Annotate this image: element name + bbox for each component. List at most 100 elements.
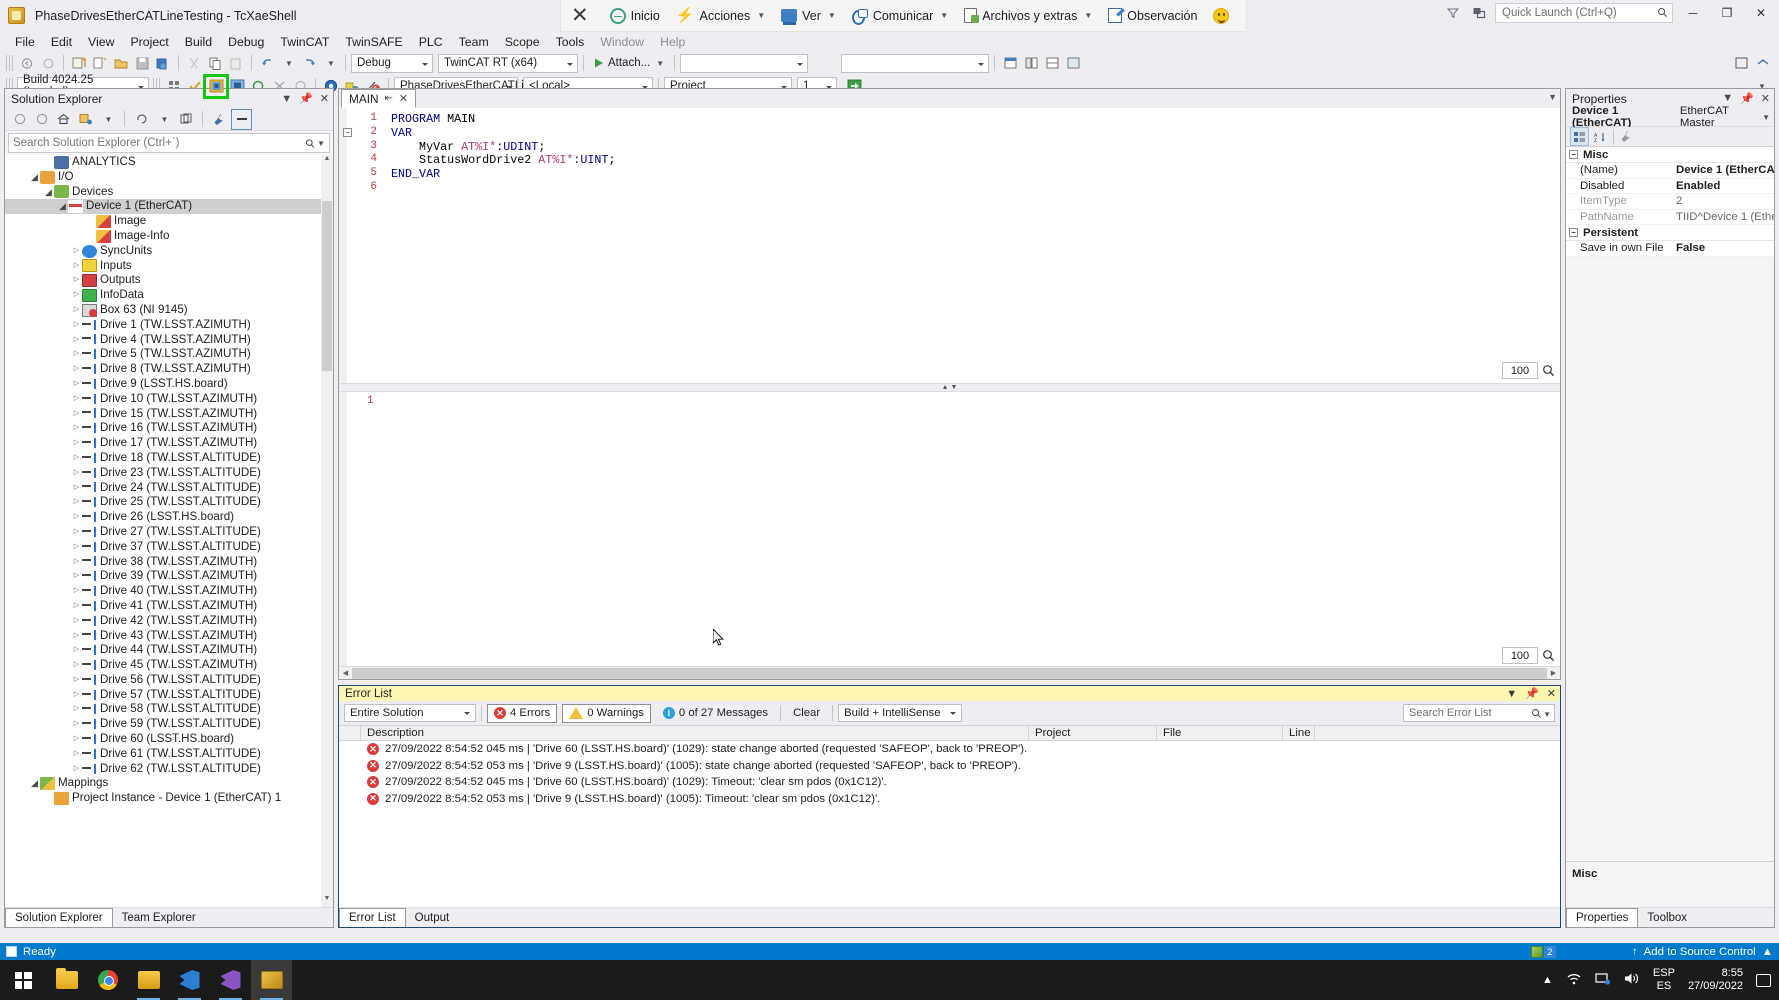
- collapse-all-icon[interactable]: [231, 108, 252, 130]
- expander-closed-icon[interactable]: ▷: [71, 658, 82, 673]
- menu-view[interactable]: View: [80, 33, 122, 51]
- expander-closed-icon[interactable]: ▷: [71, 421, 82, 436]
- tree-item[interactable]: ▷ Drive 56 (TW.LSST.ALTITUDE): [5, 673, 333, 688]
- navigate-back-icon[interactable]: [17, 54, 37, 73]
- tree-item[interactable]: ▷ Drive 40 (TW.LSST.AZIMUTH): [5, 584, 333, 599]
- tree-item[interactable]: ◢ I/O: [5, 170, 333, 185]
- expander-closed-icon[interactable]: ▷: [71, 259, 82, 274]
- tab-team-explorer[interactable]: Team Explorer: [113, 909, 205, 927]
- paste-icon[interactable]: [226, 54, 246, 73]
- back-icon[interactable]: [10, 110, 29, 129]
- tree-scrollbar[interactable]: ▲ ▼: [321, 155, 333, 907]
- column-header[interactable]: Project: [1029, 725, 1157, 741]
- code-line[interactable]: StatusWordDrive2 AT%I*:UINT;: [391, 153, 615, 167]
- volume-icon[interactable]: [1624, 972, 1640, 988]
- tree-item[interactable]: ▷ Drive 9 (LSST.HS.board): [5, 377, 333, 392]
- expander-closed-icon[interactable]: ▷: [71, 288, 82, 303]
- copy-icon[interactable]: [205, 54, 225, 73]
- zoom-magnifier-icon[interactable]: [1538, 364, 1558, 377]
- expander-closed-icon[interactable]: ▷: [71, 466, 82, 481]
- property-row[interactable]: (Name) Device 1 (EtherCAT): [1566, 163, 1774, 179]
- scroll-left-icon[interactable]: ◀: [339, 669, 352, 677]
- property-row[interactable]: ItemType 2: [1566, 194, 1774, 210]
- fullscreen-icon[interactable]: [1731, 54, 1751, 73]
- tree-item[interactable]: ▷ Drive 16 (TW.LSST.AZIMUTH): [5, 421, 333, 436]
- property-value[interactable]: Enabled: [1672, 180, 1774, 192]
- menu-debug[interactable]: Debug: [220, 33, 272, 51]
- error-list-search[interactable]: Search Error List ▼: [1403, 704, 1555, 722]
- tree-item[interactable]: ▷ Drive 42 (TW.LSST.AZIMUTH): [5, 614, 333, 629]
- add-to-source-control-button[interactable]: Add to Source Control: [1644, 946, 1756, 958]
- maximize-button[interactable]: ❐: [1713, 2, 1741, 24]
- solution-explorer-search[interactable]: ▼: [8, 133, 330, 153]
- expander-closed-icon[interactable]: ▷: [71, 318, 82, 333]
- solution-configuration-combo[interactable]: Debug: [351, 53, 433, 73]
- toolbar-item-smiley[interactable]: [1206, 5, 1236, 27]
- tree-item[interactable]: Image-Info: [5, 229, 333, 244]
- editor-zoom-control[interactable]: 100: [1502, 361, 1558, 379]
- navigate-forward-icon[interactable]: [38, 54, 58, 73]
- tree-item[interactable]: ▷ InfoData: [5, 288, 333, 303]
- menu-tools[interactable]: Tools: [548, 33, 593, 51]
- expander-closed-icon[interactable]: ▷: [71, 540, 82, 555]
- editor-splitter[interactable]: ▲ ▼: [339, 382, 1560, 392]
- search-options-icon[interactable]: ▼: [317, 139, 325, 148]
- source-control-expand-icon[interactable]: ▲: [1762, 946, 1773, 958]
- expander-closed-icon[interactable]: ▷: [71, 643, 82, 658]
- tree-item[interactable]: ▷ Drive 38 (TW.LSST.AZIMUTH): [5, 555, 333, 570]
- language-indicator[interactable]: ESP ES: [1653, 967, 1675, 993]
- source-filter-combo[interactable]: Build + IntelliSense: [838, 704, 963, 722]
- scroll-thumb[interactable]: [322, 201, 332, 371]
- tree-item[interactable]: ▷ Drive 15 (TW.LSST.AZIMUTH): [5, 407, 333, 422]
- tree-item[interactable]: ▷ Box 63 (NI 9145): [5, 303, 333, 318]
- tree-item[interactable]: Image: [5, 214, 333, 229]
- expander-closed-icon[interactable]: ▷: [71, 555, 82, 570]
- menu-build[interactable]: Build: [177, 33, 220, 51]
- tree-item[interactable]: ▷ Drive 24 (TW.LSST.ALTITUDE): [5, 481, 333, 496]
- refresh-icon[interactable]: [132, 110, 151, 129]
- tree-item[interactable]: ▷ Drive 18 (TW.LSST.ALTITUDE): [5, 451, 333, 466]
- expander-closed-icon[interactable]: ▷: [71, 392, 82, 407]
- property-row[interactable]: Disabled Enabled: [1566, 179, 1774, 194]
- toolbar-item-acciones[interactable]: ⚡ Acciones ▼: [669, 5, 772, 26]
- expander-closed-icon[interactable]: ▷: [71, 495, 82, 510]
- menu-plc[interactable]: PLC: [411, 33, 451, 51]
- code-line[interactable]: PROGRAM MAIN: [391, 112, 475, 126]
- sync-with-active-document-icon[interactable]: [76, 110, 95, 129]
- clock[interactable]: 8:55 27/09/2022: [1688, 967, 1743, 993]
- expander-closed-icon[interactable]: ▷: [71, 333, 82, 348]
- error-list-rows[interactable]: ✕ 27/09/2022 8:54:52 045 ms | 'Drive 60 (…: [339, 741, 1560, 907]
- expander-closed-icon[interactable]: ▷: [71, 629, 82, 644]
- column-header[interactable]: Description: [361, 725, 1029, 741]
- error-row[interactable]: ✕ 27/09/2022 8:54:52 053 ms | 'Drive 9 (L…: [339, 791, 1560, 808]
- tree-item[interactable]: ▷ Drive 1 (TW.LSST.AZIMUTH): [5, 318, 333, 333]
- property-pages-wrench-icon[interactable]: [1618, 128, 1635, 145]
- menu-window[interactable]: Window: [592, 33, 652, 51]
- category-collapse-icon[interactable]: −: [1569, 150, 1578, 159]
- code-pane-implementation[interactable]: 1 100: [339, 391, 1560, 666]
- expander-closed-icon[interactable]: ▷: [71, 569, 82, 584]
- tree-item[interactable]: ◢ Devices: [5, 185, 333, 200]
- tree-item[interactable]: ▷ Drive 59 (TW.LSST.ALTITUDE): [5, 717, 333, 732]
- tree-item[interactable]: ▷ Drive 62 (TW.LSST.ALTITUDE): [5, 762, 333, 777]
- chevron-down-icon[interactable]: ▼: [1762, 113, 1770, 122]
- pin-icon[interactable]: ⇤: [385, 93, 393, 104]
- expander-closed-icon[interactable]: ▷: [71, 747, 82, 762]
- redo-dropdown-icon[interactable]: ▼: [320, 54, 340, 73]
- column-header[interactable]: File: [1157, 725, 1283, 741]
- properties-object-selector[interactable]: Device 1 (EtherCAT) EtherCAT Master ▼: [1566, 105, 1774, 129]
- error-row[interactable]: ✕ 27/09/2022 8:54:52 045 ms | 'Drive 60 (…: [339, 774, 1560, 791]
- toolbar-item-inicio[interactable]: Inicio: [603, 5, 667, 27]
- tree-item[interactable]: ◢ Mappings: [5, 776, 333, 791]
- expander-closed-icon[interactable]: ▷: [71, 717, 82, 732]
- window-layout-icon-4[interactable]: [1063, 54, 1083, 73]
- expander-closed-icon[interactable]: ▷: [71, 584, 82, 599]
- expander-closed-icon[interactable]: ▷: [71, 510, 82, 525]
- expander-closed-icon[interactable]: ▷: [71, 702, 82, 717]
- panel-dropdown-icon[interactable]: ▼: [1722, 92, 1733, 105]
- tree-item[interactable]: ▷ Drive 41 (TW.LSST.AZIMUTH): [5, 599, 333, 614]
- scope-filter-combo[interactable]: Entire Solution: [344, 704, 476, 722]
- tree-item[interactable]: ▷ Drive 43 (TW.LSST.AZIMUTH): [5, 629, 333, 644]
- properties-grid[interactable]: − Misc (Name) Device 1 (EtherCAT) Disabled En…: [1566, 147, 1774, 257]
- solution-tree[interactable]: ▲ ▼ ANALYTICS ◢ I/O ◢ Devices ◢ Device 1 (Ethe…: [5, 155, 333, 907]
